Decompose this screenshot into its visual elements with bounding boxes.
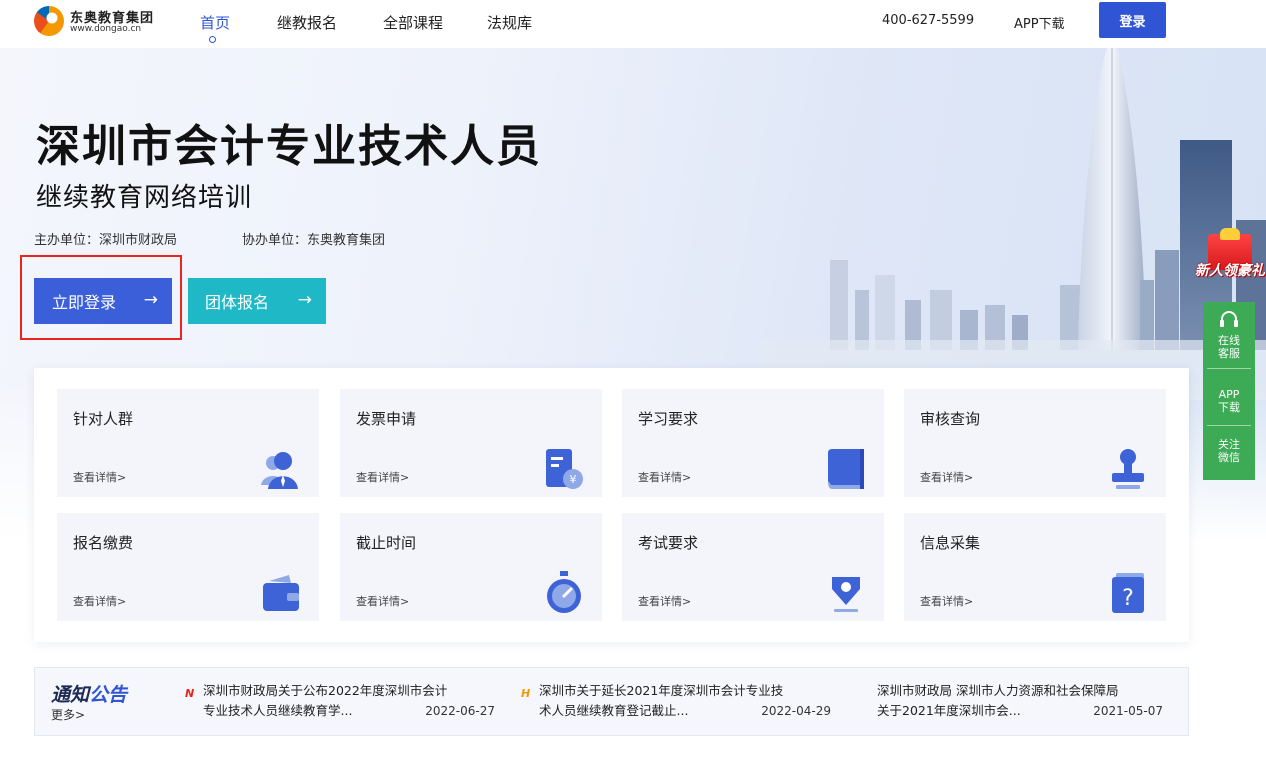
card-title: 审核查询 xyxy=(920,410,981,428)
notice-more-link[interactable]: 更多> xyxy=(51,706,85,723)
wallet-icon xyxy=(263,575,299,611)
card-exam-requirements[interactable]: 考试要求 查看详情> xyxy=(622,513,884,621)
news-date: 2021-05-07 xyxy=(1093,704,1163,718)
card-info-collection[interactable]: 信息采集 查看详情> ? xyxy=(904,513,1166,621)
co-organizer-text: 协办单位：东奥教育集团 xyxy=(242,233,386,248)
page: 东奥教育集团 www.dongao.cn 首页 继教报名 全部课程 法规库 40… xyxy=(0,0,1266,759)
news-title-line2: 关于2021年度深圳市会... xyxy=(877,703,1021,718)
arrow-right-icon: → xyxy=(297,290,312,310)
stamp-icon xyxy=(1112,449,1144,489)
nav-all-courses[interactable]: 全部课程 xyxy=(383,12,443,33)
notice-label: 通知公告 xyxy=(51,680,127,707)
news-title-line2: 专业技术人员继续教育学... xyxy=(203,703,353,718)
news-item[interactable]: H 深圳市关于延长2021年度深圳市会计专业技 术人员继续教育登记截止... 2… xyxy=(521,681,831,725)
stopwatch-icon xyxy=(547,571,581,613)
app-download-side-button[interactable]: APP 下载 xyxy=(1203,388,1255,414)
feature-grid: 针对人群 查看详情> 发票申请 查看详情> ¥ 学习要求 查看详情> 审核查询 … xyxy=(34,368,1189,642)
follow-wechat-button[interactable]: 关注 微信 xyxy=(1203,438,1255,464)
news-title-line1: 深圳市财政局关于公布2022年度深圳市会计 xyxy=(203,683,448,698)
news-title-line1: 深圳市财政局 深圳市人力资源和社会保障局 xyxy=(877,683,1119,698)
organizer-text: 主办单位：深圳市财政局 xyxy=(34,233,178,248)
hero-subtitle: 继续教育网络培训 xyxy=(36,183,253,213)
pen-icon xyxy=(832,577,860,612)
card-detail-link[interactable]: 查看详情> xyxy=(920,593,973,609)
highlight-annotation-box xyxy=(20,255,182,340)
new-user-gift-badge[interactable]: 新人领豪礼 xyxy=(1194,228,1266,292)
svg-text:?: ? xyxy=(1122,586,1134,611)
logo-url: www.dongao.cn xyxy=(70,24,142,34)
card-title: 考试要求 xyxy=(638,534,699,552)
card-title: 截止时间 xyxy=(356,534,417,552)
active-indicator-icon xyxy=(209,36,216,43)
notice-bar: 通知公告 更多> N 深圳市财政局关于公布2022年度深圳市会计 专业技术人员继… xyxy=(34,667,1189,736)
card-study-requirements[interactable]: 学习要求 查看详情> xyxy=(622,389,884,497)
card-title: 报名缴费 xyxy=(73,534,134,552)
hero-title: 深圳市会计专业技术人员 xyxy=(36,121,542,172)
invoice-icon: ¥ xyxy=(546,449,583,489)
nav-regulations[interactable]: 法规库 xyxy=(487,12,532,33)
news-date: 2022-06-27 xyxy=(425,704,495,718)
logo-mark-icon xyxy=(34,6,64,36)
card-title: 针对人群 xyxy=(73,410,134,428)
card-detail-link[interactable]: 查看详情> xyxy=(920,469,973,485)
card-detail-link[interactable]: 查看详情> xyxy=(73,593,126,609)
headset-icon xyxy=(1220,311,1238,327)
news-title-line2: 术人员继续教育登记截止... xyxy=(539,703,689,718)
new-badge-icon: N xyxy=(185,687,195,700)
card-review-query[interactable]: 审核查询 查看详情> xyxy=(904,389,1166,497)
gift-text: 新人领豪礼 xyxy=(1195,263,1265,279)
news-date: 2022-04-29 xyxy=(761,704,831,718)
card-detail-link[interactable]: 查看详情> xyxy=(73,469,126,485)
online-service-button[interactable]: 在线 客服 xyxy=(1203,334,1255,360)
card-detail-link[interactable]: 查看详情> xyxy=(356,469,409,485)
top-header: 东奥教育集团 www.dongao.cn 首页 继教报名 全部课程 法规库 40… xyxy=(0,0,1266,48)
card-target-audience[interactable]: 针对人群 查看详情> xyxy=(57,389,319,497)
card-title: 信息采集 xyxy=(920,534,981,552)
side-float-panel: 在线 客服 APP 下载 关注 微信 xyxy=(1203,302,1255,480)
gift-bow-icon xyxy=(1220,228,1240,240)
hotline-number: 400-627-5599 xyxy=(882,13,975,28)
group-registration-label: 团体报名 xyxy=(205,293,270,312)
card-deadline[interactable]: 截止时间 查看详情> xyxy=(340,513,602,621)
card-title: 发票申请 xyxy=(356,410,417,428)
question-icon: ? xyxy=(1112,573,1144,613)
svg-text:¥: ¥ xyxy=(570,473,577,486)
brand-logo[interactable]: 东奥教育集团 www.dongao.cn xyxy=(34,4,194,40)
card-detail-link[interactable]: 查看详情> xyxy=(638,593,691,609)
notice-label-b: 公告 xyxy=(89,684,128,706)
notice-label-a: 通知 xyxy=(51,684,90,706)
people-icon xyxy=(261,452,298,489)
news-item[interactable]: N 深圳市财政局关于公布2022年度深圳市会计 专业技术人员继续教育学... 2… xyxy=(185,681,495,725)
card-title: 学习要求 xyxy=(638,410,699,428)
news-title-line1: 深圳市关于延长2021年度深圳市会计专业技 xyxy=(539,683,784,698)
news-item[interactable]: 深圳市财政局 深圳市人力资源和社会保障局 关于2021年度深圳市会... 202… xyxy=(857,681,1175,725)
card-invoice-application[interactable]: 发票申请 查看详情> ¥ xyxy=(340,389,602,497)
app-download-link[interactable]: APP下载 xyxy=(1014,13,1065,32)
hot-badge-icon: H xyxy=(521,687,531,700)
side-divider xyxy=(1207,425,1251,426)
book-icon xyxy=(828,449,864,489)
nav-home-label: 首页 xyxy=(200,14,231,32)
side-divider xyxy=(1207,368,1251,369)
login-button[interactable]: 登录 xyxy=(1099,2,1166,38)
card-registration-payment[interactable]: 报名缴费 查看详情> xyxy=(57,513,319,621)
nav-registration[interactable]: 继教报名 xyxy=(277,12,337,33)
group-registration-button[interactable]: 团体报名 → xyxy=(188,278,326,324)
nav-home[interactable]: 首页 xyxy=(200,12,231,43)
card-detail-link[interactable]: 查看详情> xyxy=(638,469,691,485)
card-detail-link[interactable]: 查看详情> xyxy=(356,593,409,609)
city-skyline-illustration xyxy=(760,40,1266,400)
